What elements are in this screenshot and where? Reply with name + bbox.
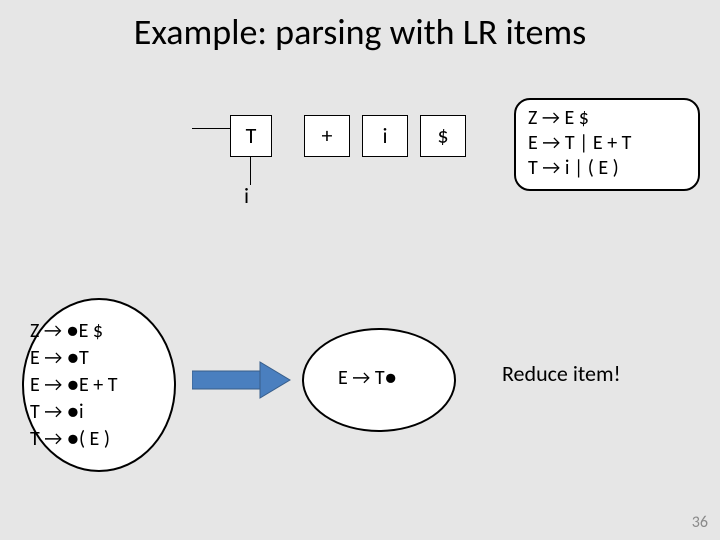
tree-node-box: T	[230, 115, 272, 157]
input-cell-2: $	[420, 115, 466, 157]
grammar-line-2: T → i | ( E )	[528, 156, 686, 181]
grammar-line-1: E → T | E + T	[528, 131, 686, 156]
slide-title: Example: parsing with LR items	[0, 10, 720, 54]
itemset-reduce-text: E → T●	[338, 366, 397, 390]
reduce-label: Reduce item!	[502, 360, 621, 387]
page-number: 36	[692, 513, 708, 532]
itemset-initial-text: Z → ●E $ E → ●T E → ●E + T T → ●i T → ●(…	[30, 318, 118, 453]
input-cell-0: +	[304, 115, 350, 157]
transition-arrow	[192, 360, 292, 400]
tree-connector-line	[192, 128, 230, 129]
tree-leaf-label: i	[244, 182, 249, 209]
grammar-line-0: Z → E $	[528, 106, 686, 131]
input-cell-1: i	[362, 115, 408, 157]
grammar-box: Z → E $ E → T | E + T T → i | ( E )	[514, 98, 700, 191]
tree-stem-line	[250, 157, 251, 185]
